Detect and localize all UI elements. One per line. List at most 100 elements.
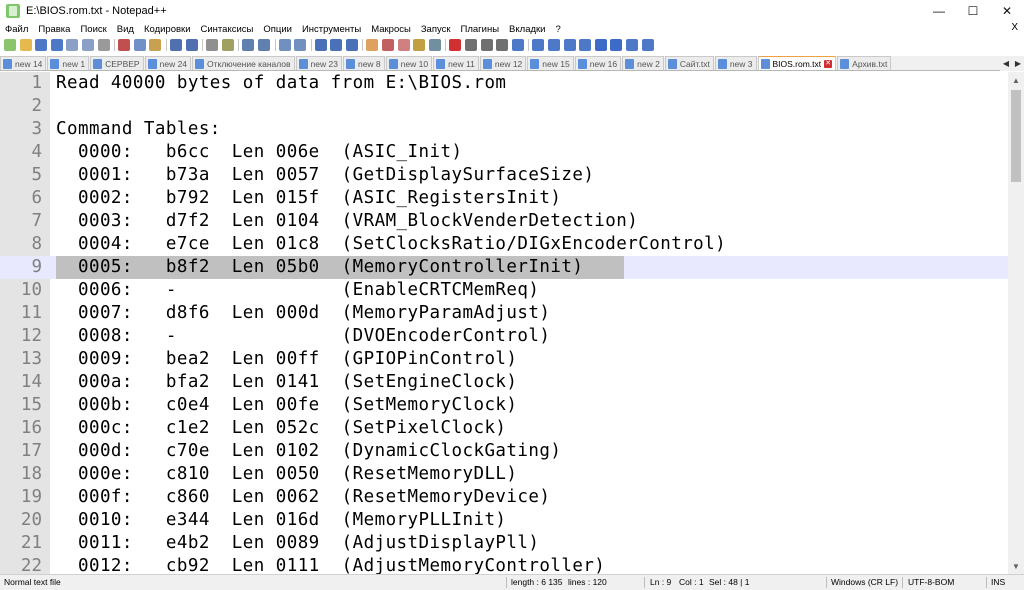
record-macro-icon[interactable] <box>449 39 462 51</box>
menu-item[interactable]: Поиск <box>75 24 111 35</box>
show-all-chars-icon[interactable] <box>330 39 343 51</box>
line-text[interactable]: 000a: bfa2 Len 0141 (SetEngineClock) <box>56 371 517 394</box>
maximize-button[interactable]: ☐ <box>956 0 990 22</box>
code-line[interactable]: 21 0011: e4b2 Len 0089 (AdjustDisplayPll… <box>0 532 1008 555</box>
tab-document[interactable]: СЕРВЕР <box>90 56 144 70</box>
line-text[interactable]: 0006: - (EnableCRTCMemReq) <box>56 279 539 302</box>
code-line[interactable]: 18 000e: c810 Len 0050 (ResetMemoryDLL) <box>0 463 1008 486</box>
tab-scroll-right-icon[interactable]: ▶ <box>1012 56 1024 71</box>
line-text[interactable]: 0000: b6cc Len 006e (ASIC_Init) <box>56 141 462 164</box>
tab-document[interactable]: new 8 <box>342 56 385 70</box>
line-text[interactable]: 0010: e344 Len 016d (MemoryPLLInit) <box>56 509 506 532</box>
menu-item[interactable]: ? <box>550 24 565 35</box>
tab-document[interactable]: new 15 <box>527 56 574 70</box>
scroll-up-icon[interactable]: ▲ <box>1008 72 1024 88</box>
menu-item[interactable]: Вкладки <box>504 24 550 35</box>
replace-icon[interactable] <box>221 39 234 51</box>
code-line[interactable]: 13 0009: bea2 Len 00ff (GPIOPinControl) <box>0 348 1008 371</box>
line-text[interactable]: 000f: c860 Len 0062 (ResetMemoryDevice) <box>56 486 550 509</box>
tab-document[interactable]: new 1 <box>47 56 90 70</box>
menu-item[interactable]: Инструменты <box>297 24 366 35</box>
compare-prev-icon[interactable] <box>563 39 576 51</box>
run-macro-multiple-icon[interactable] <box>496 39 509 51</box>
print-icon[interactable] <box>97 39 110 51</box>
scroll-down-icon[interactable]: ▼ <box>1008 558 1024 574</box>
code-line[interactable]: 15 000b: c0e4 Len 00fe (SetMemoryClock) <box>0 394 1008 417</box>
menu-item[interactable]: Макросы <box>366 24 416 35</box>
tab-document[interactable]: new 3 <box>714 56 757 70</box>
cut-icon[interactable] <box>118 39 131 51</box>
compare-first-icon[interactable] <box>579 39 592 51</box>
tab-document[interactable]: Сайт.txt <box>664 56 714 70</box>
code-line[interactable]: 6 0002: b792 Len 015f (ASIC_RegistersIni… <box>0 187 1008 210</box>
line-text[interactable]: 000e: c810 Len 0050 (ResetMemoryDLL) <box>56 463 517 486</box>
menu-item[interactable]: Запуск <box>416 24 456 35</box>
paste-icon[interactable] <box>149 39 162 51</box>
sync-vertical-icon[interactable] <box>278 39 291 51</box>
menu-item[interactable]: Синтаксисы <box>196 24 259 35</box>
code-line[interactable]: 19 000f: c860 Len 0062 (ResetMemoryDevic… <box>0 486 1008 509</box>
code-line[interactable]: 16 000c: c1e2 Len 052c (SetPixelClock) <box>0 417 1008 440</box>
menu-item[interactable]: Вид <box>112 24 139 35</box>
status-eol[interactable]: Windows (CR LF) <box>831 575 898 590</box>
minimize-button[interactable]: — <box>922 0 956 22</box>
menu-item[interactable]: Файл <box>0 24 33 35</box>
tab-scroll-left-icon[interactable]: ◀ <box>1000 56 1012 71</box>
code-line[interactable]: 14 000a: bfa2 Len 0141 (SetEngineClock) <box>0 371 1008 394</box>
line-text[interactable]: 0001: b73a Len 0057 (GetDisplaySurfaceSi… <box>56 164 594 187</box>
find-icon[interactable] <box>206 39 219 51</box>
tab-document[interactable]: new 12 <box>479 56 527 70</box>
line-text[interactable]: Read 40000 bytes of data from E:\BIOS.ro… <box>56 72 506 95</box>
code-line[interactable]: 2 <box>0 95 1008 118</box>
line-text[interactable]: Command Tables: <box>56 118 221 141</box>
copy-icon[interactable] <box>133 39 146 51</box>
sync-horizontal-icon[interactable] <box>294 39 307 51</box>
line-text[interactable]: 0005: b8f2 Len 05b0 (MemoryControllerIni… <box>56 256 583 279</box>
line-text[interactable]: 0004: e7ce Len 01c8 (SetClocksRatio/DIGx… <box>56 233 726 256</box>
code-line[interactable]: 11 0007: d8f6 Len 000d (MemoryParamAdjus… <box>0 302 1008 325</box>
close-all-icon[interactable] <box>81 39 94 51</box>
tab-close-icon[interactable]: ✕ <box>824 59 833 68</box>
close-icon[interactable] <box>66 39 79 51</box>
undo-icon[interactable] <box>169 39 182 51</box>
code-line[interactable]: 5 0001: b73a Len 0057 (GetDisplaySurface… <box>0 164 1008 187</box>
tab-document[interactable]: new 10 <box>385 56 433 70</box>
menu-item[interactable]: Кодировки <box>139 24 196 35</box>
tab-document[interactable]: new 16 <box>574 56 622 70</box>
udl-icon[interactable] <box>366 39 379 51</box>
tab-active[interactable]: BIOS.rom.txt ✕ <box>757 56 837 70</box>
code-line[interactable]: 1 Read 40000 bytes of data from E:\BIOS.r… <box>0 72 1008 95</box>
new-file-icon[interactable] <box>4 39 16 51</box>
line-text[interactable]: 0009: bea2 Len 00ff (GPIOPinControl) <box>56 348 517 371</box>
zoom-in-icon[interactable] <box>242 39 255 51</box>
arrow-down-icon[interactable] <box>610 39 623 51</box>
open-file-icon[interactable] <box>19 39 32 51</box>
code-line[interactable]: 7 0003: d7f2 Len 0104 (VRAM_BlockVenderD… <box>0 210 1008 233</box>
vertical-scrollbar[interactable]: ▲ ▼ <box>1008 72 1024 574</box>
tab-document[interactable]: new 11 <box>433 56 479 70</box>
compare-last-icon[interactable] <box>625 39 638 51</box>
zoom-out-icon[interactable] <box>257 39 270 51</box>
line-text[interactable]: 0011: e4b2 Len 0089 (AdjustDisplayPll) <box>56 532 539 555</box>
code-line[interactable]: 17 000d: c70e Len 0102 (DynamicClockGati… <box>0 440 1008 463</box>
function-list-icon[interactable] <box>397 39 410 51</box>
redo-icon[interactable] <box>185 39 198 51</box>
code-line[interactable]: 8 0004: e7ce Len 01c8 (SetClocksRatio/DI… <box>0 233 1008 256</box>
editor-area[interactable]: 1 Read 40000 bytes of data from E:\BIOS.r… <box>0 72 1008 574</box>
menu-item[interactable]: Опции <box>258 24 297 35</box>
current-line[interactable]: 9 0005: b8f2 Len 05b0 (MemoryControllerI… <box>0 256 1008 279</box>
line-text[interactable]: 0008: - (DVOEncoderControl) <box>56 325 550 348</box>
code-line[interactable]: 4 0000: b6cc Len 006e (ASIC_Init) <box>0 141 1008 164</box>
tab-document[interactable]: Отключение каналов <box>192 56 295 70</box>
line-text[interactable]: 000c: c1e2 Len 052c (SetPixelClock) <box>56 417 506 440</box>
line-text[interactable]: 0003: d7f2 Len 0104 (VRAM_BlockVenderDet… <box>56 210 638 233</box>
code-line[interactable]: 3 Command Tables: <box>0 118 1008 141</box>
stop-macro-icon[interactable] <box>465 39 478 51</box>
play-macro-icon[interactable] <box>480 39 493 51</box>
tab-document[interactable]: new 23 <box>295 56 342 70</box>
arrow-up-icon[interactable] <box>594 39 607 51</box>
word-wrap-icon[interactable] <box>314 39 327 51</box>
compare-settings-icon[interactable] <box>641 39 654 51</box>
code-line[interactable]: 12 0008: - (DVOEncoderControl) <box>0 325 1008 348</box>
status-insert-mode[interactable]: INS <box>991 575 1005 590</box>
